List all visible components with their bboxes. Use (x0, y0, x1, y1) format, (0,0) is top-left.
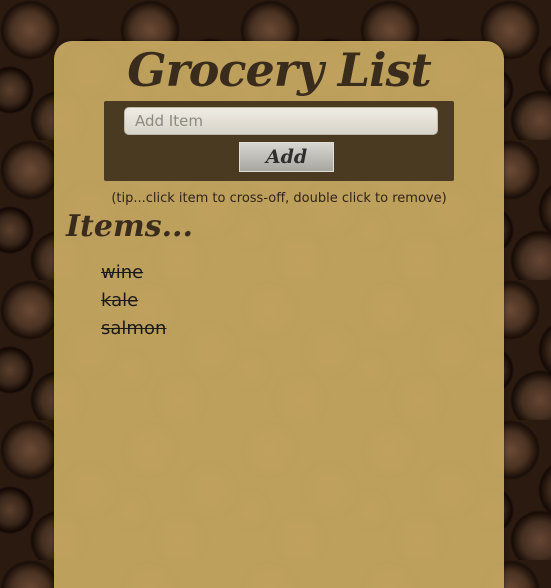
add-button[interactable]: Add (239, 142, 334, 172)
add-item-input[interactable] (124, 107, 438, 135)
list-item[interactable]: kale (101, 287, 166, 315)
grocery-item-list: wine kale salmon (101, 259, 166, 343)
list-item[interactable]: wine (101, 259, 166, 287)
usage-tip: (tip...click item to cross-off, double c… (111, 191, 447, 206)
page-title: Grocery List (127, 43, 431, 97)
items-heading: Items... (66, 209, 193, 244)
add-item-panel: Add (104, 101, 454, 181)
list-item[interactable]: salmon (101, 315, 166, 343)
grocery-card: Grocery List Add (tip...click item to cr… (54, 41, 504, 588)
